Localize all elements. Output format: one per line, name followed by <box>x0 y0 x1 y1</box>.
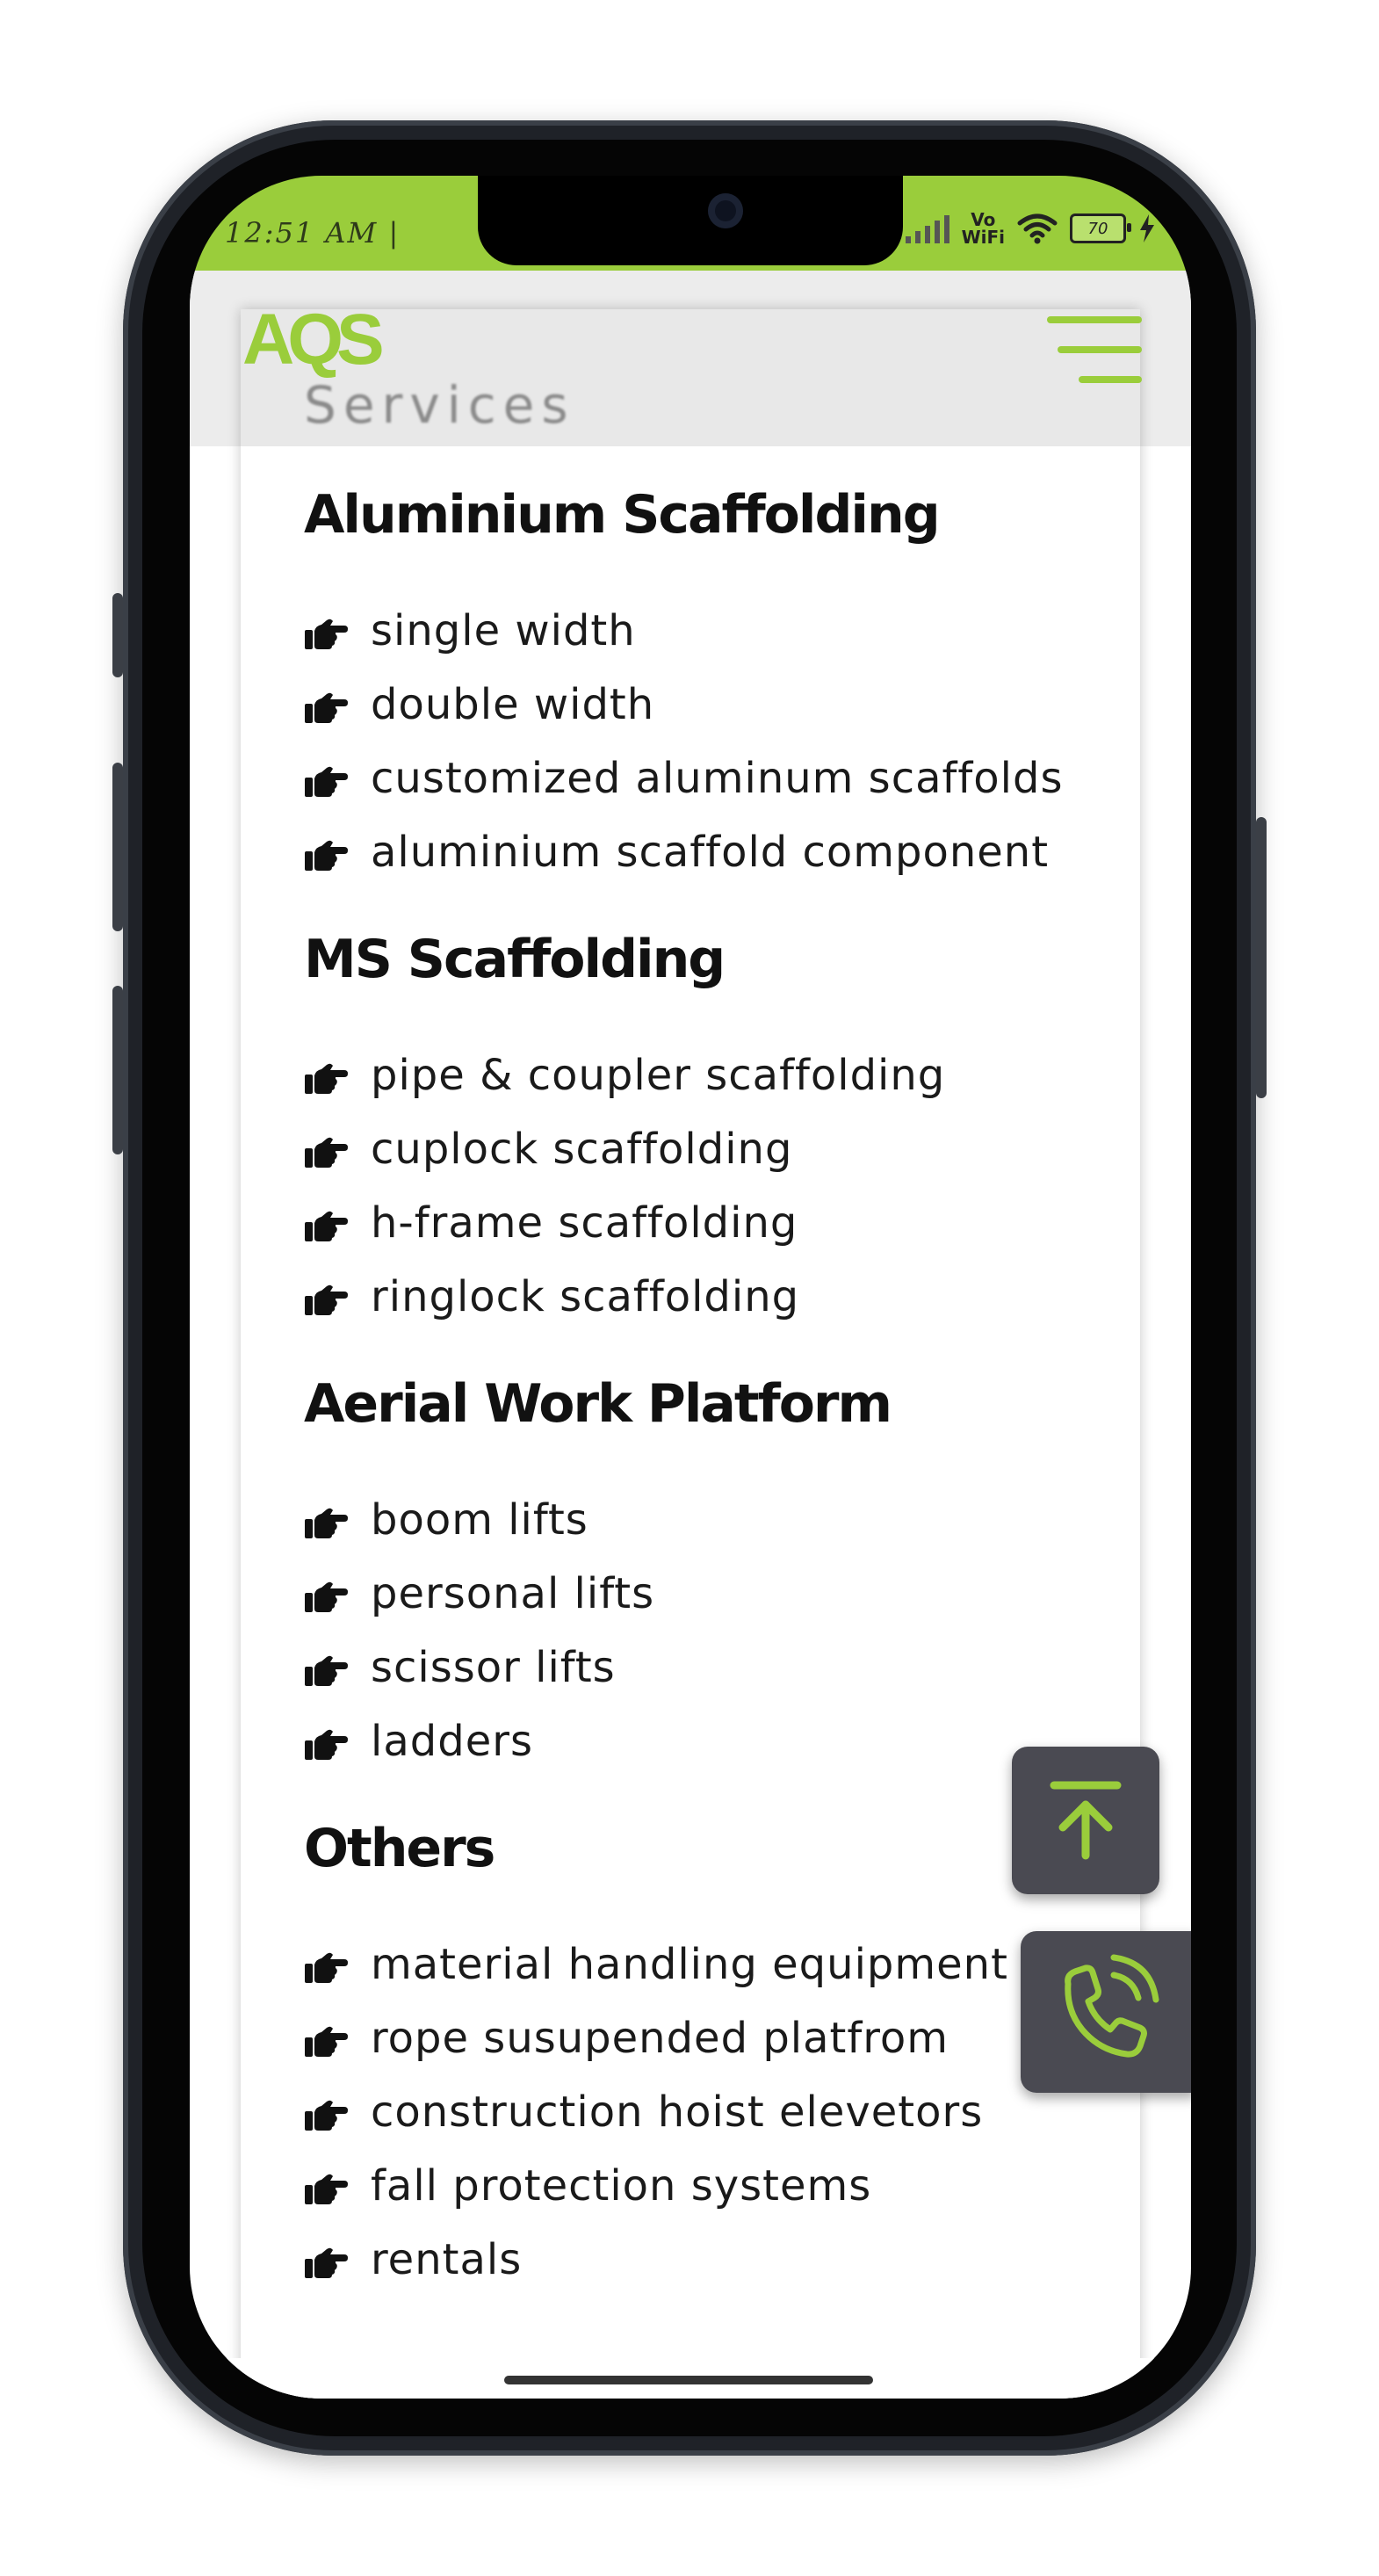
arrow-up-to-top-icon <box>1050 1781 1122 1860</box>
side-button-volume-up <box>112 763 123 931</box>
pointing-hand-icon <box>304 835 348 871</box>
vowifi-icon: Vo WiFi <box>962 211 1005 246</box>
list-item-label: ladders <box>371 1717 533 1766</box>
list-item[interactable]: cuplock scaffolding <box>304 1112 1094 1186</box>
pointing-hand-icon <box>304 1650 348 1686</box>
vowifi-bottom-label: WiFi <box>961 227 1005 248</box>
pointing-hand-icon <box>304 613 348 649</box>
section-title: Others <box>304 1818 495 1879</box>
list-item-label: aluminium scaffold component <box>371 828 1050 877</box>
list-item[interactable]: double width <box>304 668 1094 742</box>
charging-bolt-icon <box>1140 214 1154 242</box>
list-item-label: double width <box>371 680 655 729</box>
scroll-to-top-button[interactable] <box>1012 1747 1159 1894</box>
list-item[interactable]: h-frame scaffolding <box>304 1186 1094 1260</box>
list-item-label: single width <box>371 606 636 655</box>
side-button-power <box>1256 817 1267 1098</box>
list-item[interactable]: aluminium scaffold component <box>304 815 1094 889</box>
pointing-hand-icon <box>304 2021 348 2057</box>
list-item[interactable]: rentals <box>304 2223 1094 2297</box>
pointing-hand-icon <box>304 1205 348 1241</box>
list-item-label: personal lifts <box>371 1569 655 1618</box>
side-button-silent <box>112 593 123 677</box>
pointing-hand-icon <box>304 1947 348 1983</box>
section-title: Aerial Work Platform <box>304 1373 892 1435</box>
list-item[interactable]: boom lifts <box>304 1483 1094 1557</box>
list-item[interactable]: construction hoist elevetors <box>304 2075 1094 2149</box>
pointing-hand-icon <box>304 1576 348 1612</box>
battery-icon: 70 <box>1070 213 1131 243</box>
list-item[interactable]: scissor lifts <box>304 1631 1094 1704</box>
home-indicator <box>504 2376 873 2384</box>
list-item[interactable]: ringlock scaffolding <box>304 1260 1094 1334</box>
camera-notch <box>478 176 903 265</box>
list-item[interactable]: pipe & coupler scaffolding <box>304 1038 1094 1112</box>
list-item-label: pipe & coupler scaffolding <box>371 1051 946 1100</box>
phone-call-icon <box>1065 1954 1159 2058</box>
list-item-label: boom lifts <box>371 1495 588 1545</box>
vowifi-top-label: Vo <box>971 209 996 230</box>
signal-icon <box>905 213 949 243</box>
list-item-label: customized aluminum scaffolds <box>371 754 1064 803</box>
list-item[interactable]: single width <box>304 594 1094 668</box>
pointing-hand-icon <box>304 1132 348 1168</box>
list-item-label: rentals <box>371 2235 523 2284</box>
pointing-hand-icon <box>304 2242 348 2278</box>
page-title: Services <box>304 375 575 435</box>
section-title: MS Scaffolding <box>304 929 726 990</box>
list-item[interactable]: fall protection systems <box>304 2149 1094 2223</box>
pointing-hand-icon <box>304 1058 348 1094</box>
status-time: 12:51 AM | <box>225 216 401 250</box>
pointing-hand-icon <box>304 1724 348 1760</box>
list-item[interactable]: rope susupended platfrom <box>304 2001 1094 2075</box>
section-title: Aluminium Scaffolding <box>304 484 941 546</box>
list-item-label: fall protection systems <box>371 2161 872 2211</box>
status-icons: Vo WiFi 70 <box>905 211 1156 246</box>
pointing-hand-icon <box>304 2095 348 2131</box>
battery-level: 70 <box>1087 219 1108 238</box>
hamburger-menu-icon[interactable] <box>1047 316 1142 387</box>
list-item[interactable]: material handling equipment <box>304 1928 1094 2001</box>
list-item-label: material handling equipment <box>371 1940 1008 1989</box>
services-list: Aluminium Scaffolding single width double … <box>304 448 1094 2297</box>
list-item[interactable]: customized aluminum scaffolds <box>304 742 1094 815</box>
front-camera <box>708 193 743 228</box>
call-button[interactable] <box>1021 1931 1191 2093</box>
list-item-label: rope susupended platfrom <box>371 2014 949 2063</box>
list-item-label: scissor lifts <box>371 1643 616 1692</box>
logo[interactable]: AQS <box>242 300 385 380</box>
phone-screen: 12:51 AM | Vo WiFi 70 AQS Services Alumi… <box>190 176 1191 2399</box>
list-item[interactable]: personal lifts <box>304 1557 1094 1631</box>
pointing-hand-icon <box>304 1279 348 1315</box>
wifi-icon <box>1017 213 1058 244</box>
pointing-hand-icon <box>304 1502 348 1538</box>
pointing-hand-icon <box>304 2168 348 2204</box>
list-item-label: ringlock scaffolding <box>371 1272 800 1321</box>
list-item-label: cuplock scaffolding <box>371 1125 793 1174</box>
pointing-hand-icon <box>304 761 348 797</box>
list-item[interactable]: ladders <box>304 1704 1094 1778</box>
list-item-label: h-frame scaffolding <box>371 1198 798 1248</box>
list-item-label: construction hoist elevetors <box>371 2088 984 2137</box>
pointing-hand-icon <box>304 687 348 723</box>
side-button-volume-down <box>112 986 123 1154</box>
